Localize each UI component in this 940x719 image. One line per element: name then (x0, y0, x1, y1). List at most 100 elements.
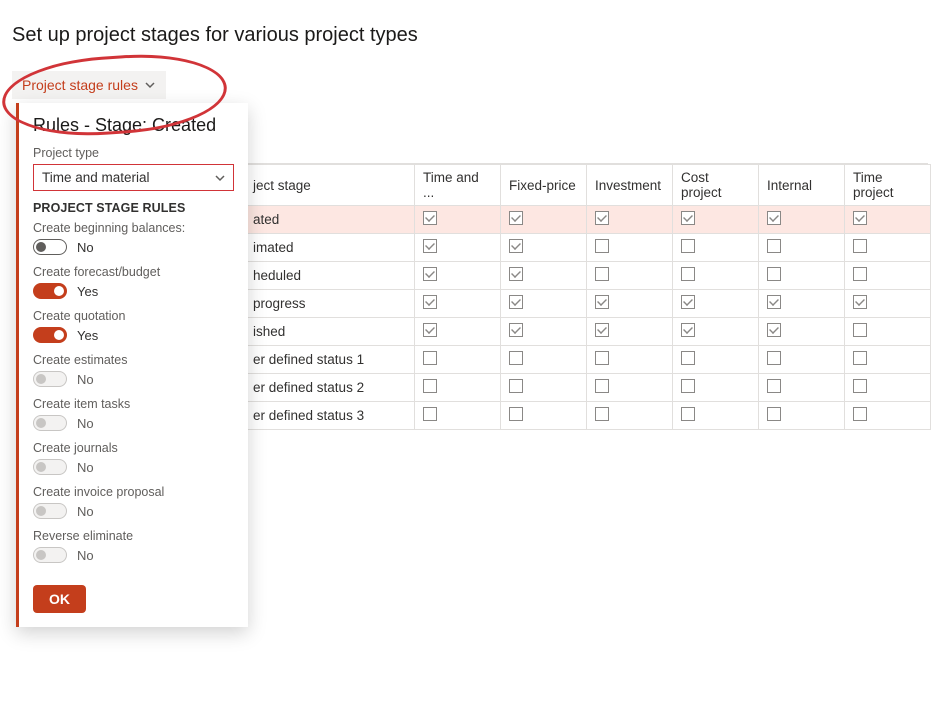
table-row[interactable]: ated (245, 206, 931, 234)
col-time-project[interactable]: Time project (845, 165, 931, 206)
checkbox-cell[interactable] (673, 346, 759, 374)
checkbox[interactable] (595, 323, 609, 337)
checkbox[interactable] (681, 239, 695, 253)
checkbox[interactable] (681, 211, 695, 225)
checkbox-cell[interactable] (501, 234, 587, 262)
checkbox-cell[interactable] (587, 402, 673, 430)
checkbox[interactable] (423, 351, 437, 365)
checkbox[interactable] (595, 239, 609, 253)
table-row[interactable]: progress (245, 290, 931, 318)
table-row[interactable]: heduled (245, 262, 931, 290)
checkbox[interactable] (509, 295, 523, 309)
checkbox[interactable] (681, 323, 695, 337)
checkbox-cell[interactable] (845, 206, 931, 234)
checkbox[interactable] (681, 379, 695, 393)
checkbox-cell[interactable] (415, 290, 501, 318)
checkbox[interactable] (595, 211, 609, 225)
checkbox-cell[interactable] (415, 374, 501, 402)
table-row[interactable]: er defined status 1 (245, 346, 931, 374)
checkbox-cell[interactable] (759, 374, 845, 402)
checkbox[interactable] (509, 239, 523, 253)
checkbox[interactable] (423, 211, 437, 225)
checkbox-cell[interactable] (845, 262, 931, 290)
project-type-select[interactable]: Time and material (33, 164, 234, 191)
checkbox[interactable] (767, 407, 781, 421)
checkbox-cell[interactable] (587, 206, 673, 234)
checkbox[interactable] (681, 351, 695, 365)
checkbox[interactable] (509, 267, 523, 281)
col-fixed-price[interactable]: Fixed-price (501, 165, 587, 206)
checkbox[interactable] (509, 211, 523, 225)
col-time-and-material[interactable]: Time and ... (415, 165, 501, 206)
checkbox[interactable] (853, 351, 867, 365)
checkbox[interactable] (595, 295, 609, 309)
checkbox-cell[interactable] (501, 318, 587, 346)
checkbox-cell[interactable] (415, 234, 501, 262)
checkbox[interactable] (853, 295, 867, 309)
checkbox-cell[interactable] (673, 402, 759, 430)
checkbox[interactable] (853, 379, 867, 393)
project-stage-rules-dropdown[interactable]: Project stage rules (12, 71, 166, 99)
checkbox[interactable] (767, 323, 781, 337)
checkbox[interactable] (595, 407, 609, 421)
checkbox-cell[interactable] (587, 234, 673, 262)
toggle[interactable] (33, 327, 67, 343)
ok-button[interactable]: OK (33, 585, 86, 613)
checkbox[interactable] (767, 267, 781, 281)
checkbox-cell[interactable] (759, 262, 845, 290)
checkbox-cell[interactable] (415, 346, 501, 374)
table-row[interactable]: imated (245, 234, 931, 262)
checkbox-cell[interactable] (501, 402, 587, 430)
checkbox-cell[interactable] (673, 318, 759, 346)
checkbox[interactable] (423, 323, 437, 337)
checkbox-cell[interactable] (587, 262, 673, 290)
checkbox-cell[interactable] (845, 374, 931, 402)
checkbox-cell[interactable] (587, 374, 673, 402)
checkbox-cell[interactable] (415, 318, 501, 346)
checkbox[interactable] (767, 211, 781, 225)
checkbox-cell[interactable] (673, 374, 759, 402)
checkbox[interactable] (767, 295, 781, 309)
checkbox[interactable] (681, 407, 695, 421)
checkbox[interactable] (853, 267, 867, 281)
checkbox-cell[interactable] (415, 206, 501, 234)
checkbox[interactable] (853, 211, 867, 225)
checkbox-cell[interactable] (759, 346, 845, 374)
checkbox[interactable] (681, 267, 695, 281)
checkbox-cell[interactable] (845, 402, 931, 430)
checkbox[interactable] (767, 351, 781, 365)
checkbox[interactable] (423, 239, 437, 253)
checkbox[interactable] (509, 323, 523, 337)
checkbox-cell[interactable] (501, 290, 587, 318)
checkbox[interactable] (423, 295, 437, 309)
checkbox[interactable] (423, 267, 437, 281)
checkbox[interactable] (767, 239, 781, 253)
checkbox-cell[interactable] (415, 402, 501, 430)
checkbox-cell[interactable] (759, 318, 845, 346)
checkbox-cell[interactable] (673, 234, 759, 262)
checkbox-cell[interactable] (845, 318, 931, 346)
checkbox[interactable] (595, 379, 609, 393)
checkbox[interactable] (509, 407, 523, 421)
checkbox-cell[interactable] (759, 234, 845, 262)
toggle[interactable] (33, 283, 67, 299)
checkbox[interactable] (853, 239, 867, 253)
checkbox[interactable] (853, 407, 867, 421)
checkbox-cell[interactable] (415, 262, 501, 290)
checkbox[interactable] (853, 323, 867, 337)
checkbox[interactable] (767, 379, 781, 393)
checkbox-cell[interactable] (759, 206, 845, 234)
table-row[interactable]: er defined status 2 (245, 374, 931, 402)
checkbox-cell[interactable] (501, 374, 587, 402)
checkbox-cell[interactable] (845, 234, 931, 262)
checkbox-cell[interactable] (587, 346, 673, 374)
checkbox[interactable] (509, 351, 523, 365)
col-stage[interactable]: ject stage (245, 165, 415, 206)
checkbox-cell[interactable] (501, 262, 587, 290)
checkbox[interactable] (423, 379, 437, 393)
checkbox-cell[interactable] (845, 346, 931, 374)
checkbox-cell[interactable] (587, 290, 673, 318)
checkbox-cell[interactable] (673, 290, 759, 318)
checkbox-cell[interactable] (673, 206, 759, 234)
checkbox-cell[interactable] (845, 290, 931, 318)
